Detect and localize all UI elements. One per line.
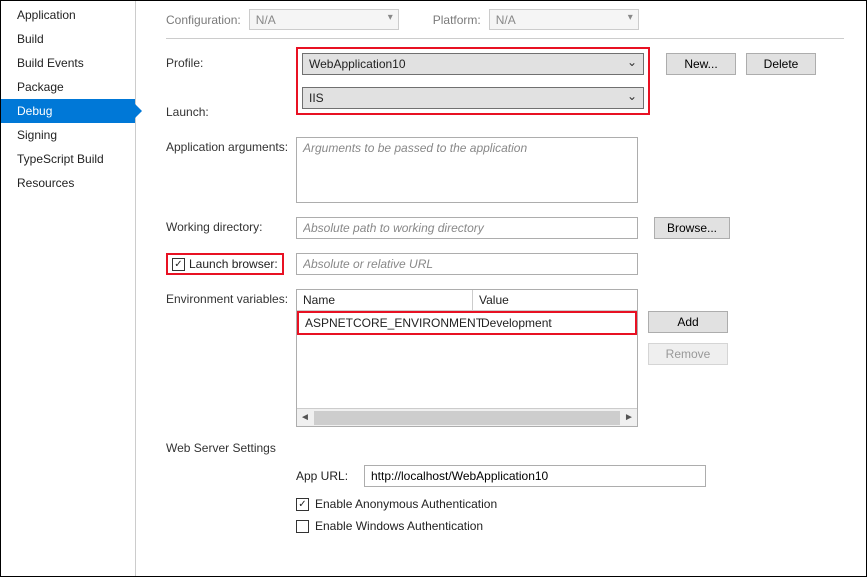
config-platform-row: Configuration: N/A Platform: N/A: [166, 9, 844, 30]
platform-dropdown: N/A: [489, 9, 639, 30]
highlight-profile-launch: WebApplication10 IIS: [296, 47, 650, 115]
scroll-thumb[interactable]: [314, 411, 620, 425]
env-col-value[interactable]: Value: [473, 290, 637, 310]
configuration-label: Configuration:: [166, 13, 241, 27]
working-dir-input[interactable]: [296, 217, 638, 239]
sidebar-item-package[interactable]: Package: [1, 75, 135, 99]
env-scrollbar[interactable]: ◄ ►: [297, 408, 637, 426]
sidebar-item-application[interactable]: Application: [1, 3, 135, 27]
remove-env-button[interactable]: Remove: [648, 343, 728, 365]
sidebar-item-signing[interactable]: Signing: [1, 123, 135, 147]
platform-label: Platform:: [433, 13, 481, 27]
sidebar-item-resources[interactable]: Resources: [1, 171, 135, 195]
env-vars-table: Name Value ASPNETCORE_ENVIRONMENT Develo…: [296, 289, 638, 427]
new-button[interactable]: New...: [666, 53, 736, 75]
add-env-button[interactable]: Add: [648, 311, 728, 333]
scroll-right-icon[interactable]: ►: [621, 412, 637, 423]
launch-browser-checkbox[interactable]: [172, 258, 185, 271]
highlight-launch-browser: Launch browser:: [166, 253, 284, 275]
app-url-input[interactable]: [364, 465, 706, 487]
enable-anon-label: Enable Anonymous Authentication: [315, 497, 497, 511]
env-cell-value: Development: [475, 313, 635, 333]
app-args-input[interactable]: [296, 137, 638, 203]
sidebar-item-typescript-build[interactable]: TypeScript Build: [1, 147, 135, 171]
web-server-settings-label: Web Server Settings: [166, 441, 844, 455]
launch-browser-label: Launch browser:: [189, 257, 278, 271]
env-row-highlight[interactable]: ASPNETCORE_ENVIRONMENT Development: [299, 313, 635, 333]
sidebar: Application Build Build Events Package D…: [1, 1, 136, 576]
env-header: Name Value: [297, 290, 637, 311]
scroll-left-icon[interactable]: ◄: [297, 412, 313, 423]
main-panel: Configuration: N/A Platform: N/A Profile…: [136, 1, 866, 576]
enable-windows-label: Enable Windows Authentication: [315, 519, 483, 533]
sidebar-item-debug[interactable]: Debug: [1, 99, 135, 123]
env-cell-name: ASPNETCORE_ENVIRONMENT: [299, 313, 475, 333]
launch-dropdown[interactable]: IIS: [302, 87, 644, 109]
app-url-label: App URL:: [296, 469, 356, 483]
sidebar-item-build[interactable]: Build: [1, 27, 135, 51]
profile-label: Profile:: [166, 53, 296, 70]
profile-dropdown[interactable]: WebApplication10: [302, 53, 644, 75]
env-vars-label: Environment variables:: [166, 289, 296, 306]
browse-button[interactable]: Browse...: [654, 217, 730, 239]
delete-button[interactable]: Delete: [746, 53, 816, 75]
launch-browser-url-input[interactable]: [296, 253, 638, 275]
app-args-label: Application arguments:: [166, 137, 296, 154]
configuration-dropdown: N/A: [249, 9, 399, 30]
launch-label: Launch:: [166, 79, 296, 119]
env-col-name[interactable]: Name: [297, 290, 473, 310]
working-dir-label: Working directory:: [166, 217, 296, 234]
separator: [166, 38, 844, 39]
enable-windows-checkbox[interactable]: [296, 520, 309, 533]
sidebar-item-build-events[interactable]: Build Events: [1, 51, 135, 75]
enable-anon-checkbox[interactable]: [296, 498, 309, 511]
